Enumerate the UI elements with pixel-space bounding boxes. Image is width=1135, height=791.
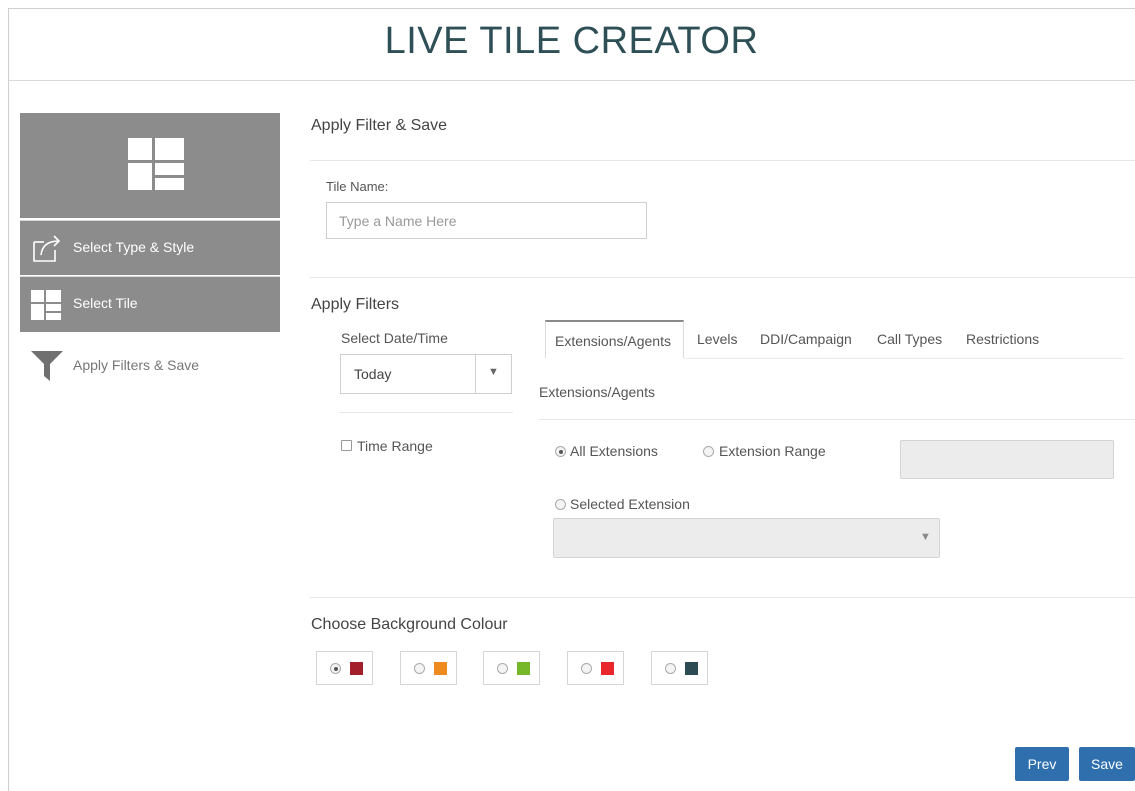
sidebar-item-label: Apply Filters & Save (73, 357, 200, 373)
selected-extension-select[interactable]: ▼ (553, 518, 940, 558)
tab-extensions-agents[interactable]: Extensions/Agents (545, 320, 684, 358)
selected-extension-radio[interactable] (555, 499, 566, 510)
sidebar-item-select-type-style[interactable]: Select Type & Style (20, 220, 280, 275)
colour-radio[interactable] (497, 663, 508, 674)
colour-option-1[interactable] (316, 651, 373, 685)
all-extensions-radio[interactable] (555, 446, 566, 457)
tab-restrictions[interactable]: Restrictions (955, 320, 1055, 358)
colour-swatch (517, 662, 530, 675)
panel-title: Extensions/Agents (539, 384, 655, 400)
section-title: Apply Filter & Save (311, 117, 448, 134)
divider (310, 597, 1135, 598)
colour-radio[interactable] (414, 663, 425, 674)
selected-extension-label: Selected Extension (570, 496, 690, 512)
extension-range-radio[interactable] (703, 446, 714, 457)
divider (310, 160, 1135, 161)
extension-range-label: Extension Range (719, 443, 826, 459)
colour-swatch (350, 662, 363, 675)
header: LIVE TILE CREATOR (8, 8, 1135, 81)
prev-button[interactable]: Prev (1015, 747, 1069, 781)
tabs-underline (684, 358, 1124, 359)
colour-option-2[interactable] (400, 651, 457, 685)
tab-label: Call Types (877, 331, 943, 347)
colour-option-5[interactable] (651, 651, 708, 685)
background-colour-title: Choose Background Colour (311, 616, 508, 633)
divider (539, 419, 1135, 420)
colour-radio[interactable] (665, 663, 676, 674)
share-icon (33, 235, 61, 262)
extension-range-input[interactable] (900, 440, 1114, 479)
tab-levels[interactable]: Levels (686, 320, 742, 358)
tab-ddi-campaign[interactable]: DDI/Campaign (750, 320, 862, 358)
sidebar-hero (20, 113, 280, 218)
filters-title: Apply Filters (311, 296, 400, 313)
date-time-value: Today (354, 366, 392, 382)
colour-swatch (434, 662, 447, 675)
colour-radio[interactable] (581, 663, 592, 674)
sidebar-item-select-tile[interactable]: Select Tile (20, 276, 280, 332)
divider (310, 277, 1135, 278)
tab-label: Levels (697, 331, 738, 347)
tile-layout-icon (128, 138, 184, 190)
save-button[interactable]: Save (1079, 747, 1135, 781)
sidebar-item-apply-filters-save[interactable]: Apply Filters & Save (20, 340, 280, 390)
tile-icon (31, 290, 61, 320)
chevron-down-icon: ▼ (488, 366, 499, 378)
colour-swatch (601, 662, 614, 675)
divider (340, 412, 513, 413)
funnel-icon (31, 351, 63, 381)
time-range-checkbox[interactable] (341, 440, 352, 451)
tab-label: Restrictions (966, 331, 1040, 347)
tab-label: Extensions/Agents (555, 333, 671, 349)
time-range-label: Time Range (357, 438, 433, 454)
colour-option-3[interactable] (483, 651, 540, 685)
tile-name-input[interactable] (326, 202, 647, 239)
colour-swatch (685, 662, 698, 675)
sidebar-item-label: Select Tile (73, 295, 138, 311)
page-title: LIVE TILE CREATOR (384, 20, 759, 62)
tab-label: DDI/Campaign (760, 331, 852, 347)
colour-radio[interactable] (330, 663, 341, 674)
tile-name-label: Tile Name: (326, 179, 389, 194)
sidebar-item-label: Select Type & Style (73, 239, 195, 255)
date-time-select[interactable]: Today ▼ (340, 354, 512, 394)
chevron-down-icon: ▼ (920, 531, 931, 543)
tab-call-types[interactable]: Call Types (867, 320, 953, 358)
select-divider (475, 355, 476, 393)
colour-option-4[interactable] (567, 651, 624, 685)
date-time-label: Select Date/Time (341, 330, 448, 346)
all-extensions-label: All Extensions (570, 443, 658, 459)
